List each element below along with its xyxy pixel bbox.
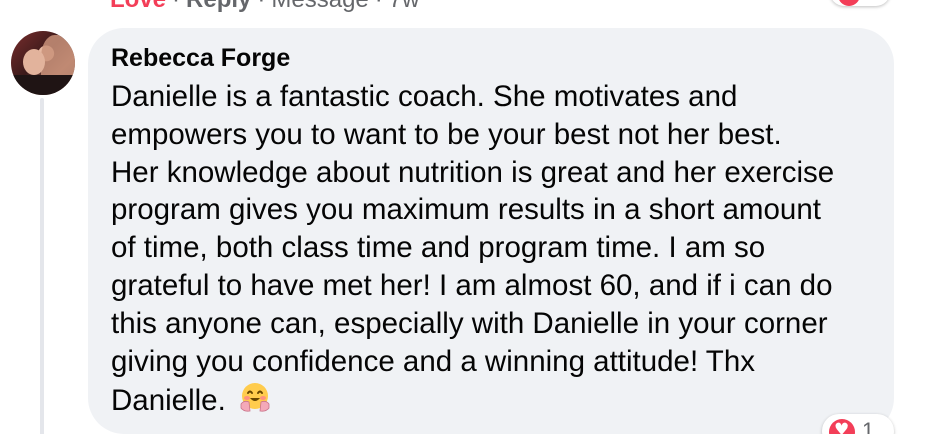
separator: · [251, 0, 271, 13]
comment-body: Danielle is a fantastic coach. She motiv… [111, 78, 887, 420]
smiling-face-with-open-hands-icon [238, 380, 272, 414]
love-action-link[interactable]: Love [110, 0, 166, 13]
reaction-count-badge[interactable]: 1 [822, 414, 894, 434]
avatar-face [23, 49, 45, 75]
previous-comment-actions: Love·Reply·Message·7w [110, 0, 419, 14]
avatar[interactable] [11, 31, 75, 95]
previous-reaction-badge[interactable] [830, 0, 890, 6]
separator: · [166, 0, 186, 13]
avatar-clothing [11, 75, 75, 95]
message-action-link[interactable]: Message [271, 0, 368, 13]
comment-author[interactable]: Rebecca Forge [111, 44, 290, 73]
love-reaction-icon [838, 0, 860, 6]
timestamp[interactable]: 7w [389, 0, 420, 13]
love-reaction-icon [829, 419, 855, 434]
reply-action-link[interactable]: Reply [186, 0, 251, 13]
separator: · [369, 0, 389, 13]
thread-line [40, 98, 44, 434]
reaction-count: 1 [862, 418, 875, 434]
comment-thread: Love·Reply·Message·7w Rebecca Forge Dani… [0, 0, 926, 434]
comment-text: Danielle is a fantastic coach. She motiv… [111, 80, 835, 418]
